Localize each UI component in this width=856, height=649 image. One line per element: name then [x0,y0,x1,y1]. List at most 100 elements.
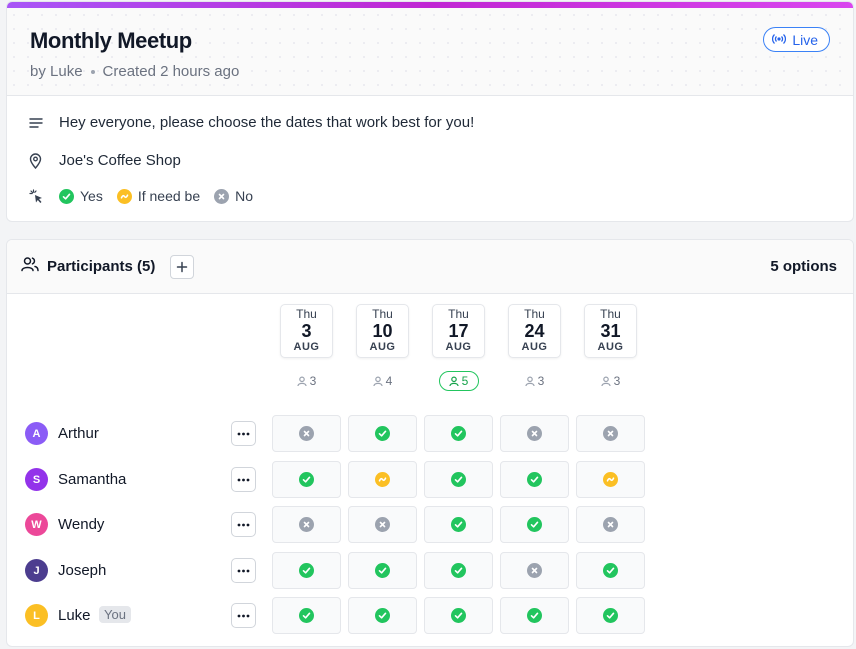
vote-cell-yes[interactable] [272,552,341,589]
option-count-value: 3 [309,374,317,388]
check-icon [299,563,314,578]
vote-cell-no[interactable] [272,506,341,543]
option-count-value: 3 [613,374,621,388]
event-author: by Luke [30,63,83,80]
event-card: Monthly Meetup by Luke Created 2 hours a… [6,1,854,222]
participant-name: Wendy [58,516,105,533]
participant-name: Arthur [58,425,99,442]
date-option[interactable]: Thu 17 AUG [432,304,485,358]
user-icon [297,375,307,386]
plus-icon [177,261,188,272]
vote-cell-no[interactable] [500,552,569,589]
date-option[interactable]: Thu 31 AUG [584,304,637,358]
date-month: AUG [521,341,548,353]
vote-cell-maybe[interactable] [576,461,645,498]
check-icon [375,608,390,623]
check-icon [451,563,466,578]
check-icon [527,472,542,487]
check-icon [527,608,542,623]
check-icon [451,608,466,623]
date-day: 31 [600,321,621,341]
legend-no: No [214,188,253,204]
vote-cell-maybe[interactable] [348,461,417,498]
vote-cell-no[interactable] [576,415,645,452]
x-icon [603,517,618,532]
check-icon [451,517,466,532]
live-badge[interactable]: Live [763,27,830,52]
vote-legend: Yes If need be No [59,188,253,204]
vote-cell-no[interactable] [272,415,341,452]
vote-cell-yes[interactable] [576,597,645,634]
vote-cell-yes[interactable] [424,415,493,452]
participant-menu-button[interactable] [231,512,256,537]
vote-cell-yes[interactable] [424,506,493,543]
date-dow: Thu [600,307,621,321]
vote-cell-yes[interactable] [348,415,417,452]
users-icon [21,256,39,277]
description-row: Hey everyone, please choose the dates th… [29,114,831,131]
ellipsis-icon [237,569,250,572]
x-icon [603,426,618,441]
date-day: 24 [524,321,545,341]
date-dow: Thu [372,307,393,321]
vote-cell-yes[interactable] [576,552,645,589]
user-icon [525,375,535,386]
date-day: 17 [448,321,469,341]
separator-dot [90,69,95,74]
event-details: Hey everyone, please choose the dates th… [7,114,853,204]
option-count: 3 [280,371,333,391]
x-icon [527,563,542,578]
vote-cell-yes[interactable] [424,461,493,498]
date-dow: Thu [524,307,545,321]
check-icon [299,608,314,623]
date-month: AUG [369,341,396,353]
legend-yes: Yes [59,188,103,204]
participant-menu-button[interactable] [231,467,256,492]
date-option[interactable]: Thu 10 AUG [356,304,409,358]
vote-cell-no[interactable] [500,415,569,452]
vote-cell-yes[interactable] [500,461,569,498]
avatar: L [25,604,48,627]
check-icon [527,517,542,532]
broadcast-icon [772,32,787,48]
avatar: W [25,513,48,536]
user-icon [373,375,383,386]
vote-cell-no[interactable] [348,506,417,543]
legend-maybe-label: If need be [137,188,201,204]
option-count-value: 5 [461,374,469,388]
vote-cell-no[interactable] [576,506,645,543]
vote-cell-yes[interactable] [348,597,417,634]
vote-cell-yes[interactable] [424,597,493,634]
option-count-value: 3 [537,374,545,388]
check-icon [299,472,314,487]
date-dow: Thu [448,307,469,321]
date-month: AUG [445,341,472,353]
vote-cell-yes[interactable] [500,597,569,634]
participant-menu-button[interactable] [231,603,256,628]
vote-cell-yes[interactable] [272,461,341,498]
event-subtitle: by Luke Created 2 hours ago [30,63,830,80]
vote-cell-yes[interactable] [500,506,569,543]
participant-menu-button[interactable] [231,558,256,583]
live-label: Live [792,31,818,48]
date-month: AUG [293,341,320,353]
add-participant-button[interactable] [170,254,195,279]
check-icon [451,472,466,487]
vote-cell-yes[interactable] [272,597,341,634]
best-option-count: 5 [438,371,479,391]
participant-menu-button[interactable] [231,421,256,446]
participant-row: W Wendy [7,506,853,543]
vote-cell-yes[interactable] [348,552,417,589]
ellipsis-icon [237,478,250,481]
vote-cell-yes[interactable] [424,552,493,589]
participant-name: Joseph [58,562,107,579]
poll-header: Participants (5) 5 options [7,240,853,294]
date-option[interactable]: Thu 3 AUG [280,304,333,358]
maybe-icon [116,188,132,204]
date-option[interactable]: Thu 24 AUG [508,304,561,358]
x-icon [299,517,314,532]
check-icon [375,563,390,578]
avatar: J [25,559,48,582]
participant-name: Luke [58,607,91,624]
user-icon [601,375,611,386]
